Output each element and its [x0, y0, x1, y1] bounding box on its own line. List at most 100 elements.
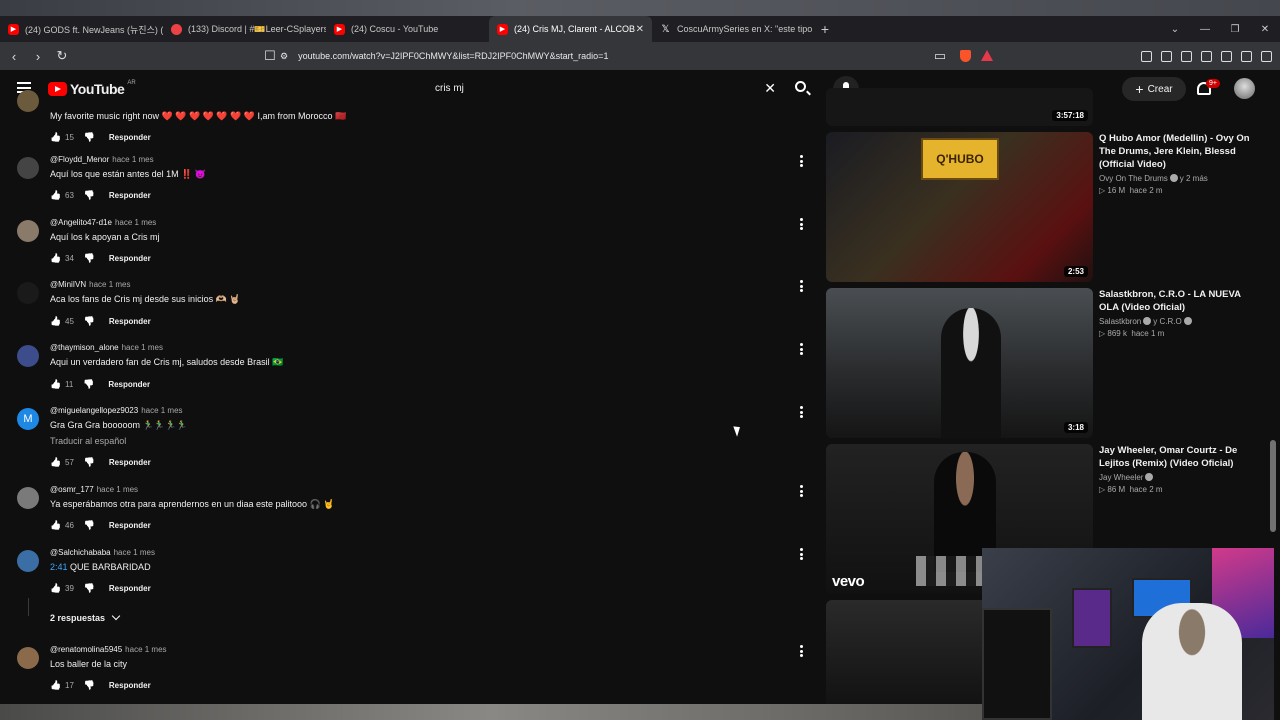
dislike-icon[interactable]: [84, 316, 95, 327]
extension-icon[interactable]: [1141, 50, 1152, 62]
avatar[interactable]: [17, 282, 39, 304]
like-icon[interactable]: [50, 457, 61, 468]
page-scrollbar[interactable]: [1270, 440, 1276, 532]
video-card[interactable]: Q'HUBO 2:53 Q Hubo Amor (Medellin) - Ovy…: [826, 132, 1266, 282]
comment-author[interactable]: @Salchichababa: [50, 548, 111, 557]
close-window-button[interactable]: ✕: [1250, 24, 1280, 35]
sidebar-icon[interactable]: [1181, 50, 1192, 62]
dislike-icon[interactable]: [84, 520, 95, 531]
channel-name[interactable]: Jay Wheeler: [1099, 473, 1143, 482]
video-thumbnail[interactable]: Q'HUBO 2:53: [826, 132, 1093, 282]
forward-icon[interactable]: ›: [28, 49, 48, 64]
comment-author[interactable]: @Angelito47-d1e: [50, 218, 112, 227]
reply-button[interactable]: Responder: [109, 317, 151, 326]
comment-menu-icon[interactable]: [800, 406, 803, 418]
avatar[interactable]: [17, 90, 39, 112]
new-tab-button[interactable]: +: [815, 21, 835, 37]
cast-icon[interactable]: ▭: [930, 48, 950, 64]
comment-timestamp-link[interactable]: 2:41: [50, 562, 68, 572]
vpn-icon[interactable]: [1241, 50, 1252, 62]
comment-time[interactable]: hace 1 mes: [115, 218, 156, 227]
youtube-logo[interactable]: YouTube AR: [48, 80, 136, 97]
like-icon[interactable]: [50, 253, 61, 264]
tab-search-icon[interactable]: ⌄: [1160, 24, 1190, 35]
reply-button[interactable]: Responder: [109, 133, 151, 142]
show-replies-button[interactable]: 2 respuestas: [50, 611, 121, 623]
comment-author[interactable]: @MiniIVN: [50, 280, 86, 289]
dislike-icon[interactable]: [84, 583, 95, 594]
reply-button[interactable]: Responder: [109, 458, 151, 467]
like-icon[interactable]: [50, 190, 61, 201]
comment-author[interactable]: @osmr_177: [50, 485, 94, 494]
menu-icon[interactable]: [1261, 50, 1272, 62]
reply-button[interactable]: Responder: [108, 380, 150, 389]
comment-menu-icon[interactable]: [800, 645, 803, 657]
bookmark-icon[interactable]: ☐: [260, 48, 280, 64]
comment-time[interactable]: hace 1 mes: [97, 485, 138, 494]
brave-shields-icon[interactable]: [960, 50, 971, 62]
avatar[interactable]: [17, 157, 39, 179]
comment-menu-icon[interactable]: [800, 218, 803, 230]
reply-button[interactable]: Responder: [109, 254, 151, 263]
dislike-icon[interactable]: [84, 190, 95, 201]
reply-button[interactable]: Responder: [109, 521, 151, 530]
wallet-icon[interactable]: [1201, 50, 1212, 62]
comment-time[interactable]: hace 1 mes: [125, 645, 166, 654]
restore-button[interactable]: ❐: [1220, 24, 1250, 35]
comment-menu-icon[interactable]: [800, 548, 803, 560]
comment-time[interactable]: hace 1 mes: [141, 406, 182, 415]
back-icon[interactable]: ‹: [4, 49, 24, 64]
comment-time[interactable]: hace 1 mes: [114, 548, 155, 557]
media-icon[interactable]: [1161, 50, 1172, 62]
url-field[interactable]: youtube.com/watch?v=J2IPF0ChMWY&list=RDJ…: [298, 51, 608, 61]
minimize-button[interactable]: —: [1190, 24, 1220, 35]
avatar[interactable]: [17, 550, 39, 572]
channel-name[interactable]: Salastkbron: [1099, 317, 1141, 326]
reply-button[interactable]: Responder: [109, 584, 151, 593]
brave-rewards-icon[interactable]: [981, 50, 993, 61]
dislike-icon[interactable]: [84, 457, 95, 468]
comment-author[interactable]: @Floydd_Menor: [50, 155, 109, 164]
comment-menu-icon[interactable]: [800, 280, 803, 292]
avatar[interactable]: [17, 647, 39, 669]
avatar[interactable]: M: [17, 408, 39, 430]
comment-time[interactable]: hace 1 mes: [122, 343, 163, 352]
browser-tab[interactable]: (133) Discord | #🎫Leer-CSplayers: [163, 16, 326, 42]
video-title[interactable]: Jay Wheeler, Omar Courtz - De Lejitos (R…: [1099, 444, 1259, 470]
like-icon[interactable]: [50, 680, 61, 691]
comment-time[interactable]: hace 1 mes: [89, 280, 130, 289]
like-icon[interactable]: [50, 379, 61, 390]
reply-button[interactable]: Responder: [109, 191, 151, 200]
browser-tab[interactable]: 𝕏 CoscuArmySeries en X: "este tipo me: [652, 16, 815, 42]
reply-button[interactable]: Responder: [109, 681, 151, 690]
avatar[interactable]: [17, 487, 39, 509]
like-icon[interactable]: [50, 316, 61, 327]
video-card[interactable]: 3:57:18: [826, 88, 1266, 126]
avatar[interactable]: [17, 345, 39, 367]
browser-tab[interactable]: ▶ (24) GODS ft. NewJeans (뉴진스) (Vi: [0, 16, 163, 42]
leo-ai-icon[interactable]: [1221, 50, 1232, 62]
comment-time[interactable]: hace 1 mes: [112, 155, 153, 164]
video-title[interactable]: Salastkbron, C.R.O - LA NUEVA OLA (Video…: [1099, 288, 1259, 314]
like-icon[interactable]: [50, 132, 61, 143]
site-info-icon[interactable]: ⚙: [280, 51, 288, 62]
comment-author[interactable]: @thaymison_alone: [50, 343, 119, 352]
browser-tab[interactable]: ▶ (24) Coscu - YouTube: [326, 16, 489, 42]
browser-tab-active[interactable]: ▶ (24) Cris MJ, Clarent - ALCOB ✕: [489, 16, 652, 42]
clear-search-icon[interactable]: ✕: [764, 80, 776, 97]
comment-author[interactable]: @miguelangellopez9023: [50, 406, 138, 415]
dislike-icon[interactable]: [84, 132, 95, 143]
avatar[interactable]: [17, 220, 39, 242]
video-thumbnail[interactable]: 3:18: [826, 288, 1093, 438]
video-thumbnail[interactable]: 3:57:18: [826, 88, 1093, 126]
dislike-icon[interactable]: [84, 680, 95, 691]
dislike-icon[interactable]: [84, 253, 95, 264]
reload-icon[interactable]: ↻: [52, 48, 72, 64]
close-tab-icon[interactable]: ✕: [636, 24, 644, 35]
translate-link[interactable]: Traducir al español: [50, 436, 126, 446]
like-icon[interactable]: [50, 520, 61, 531]
comment-menu-icon[interactable]: [800, 343, 803, 355]
video-card[interactable]: 3:18 Salastkbron, C.R.O - LA NUEVA OLA (…: [826, 288, 1266, 438]
channel-name[interactable]: Ovy On The Drums: [1099, 174, 1168, 183]
like-icon[interactable]: [50, 583, 61, 594]
